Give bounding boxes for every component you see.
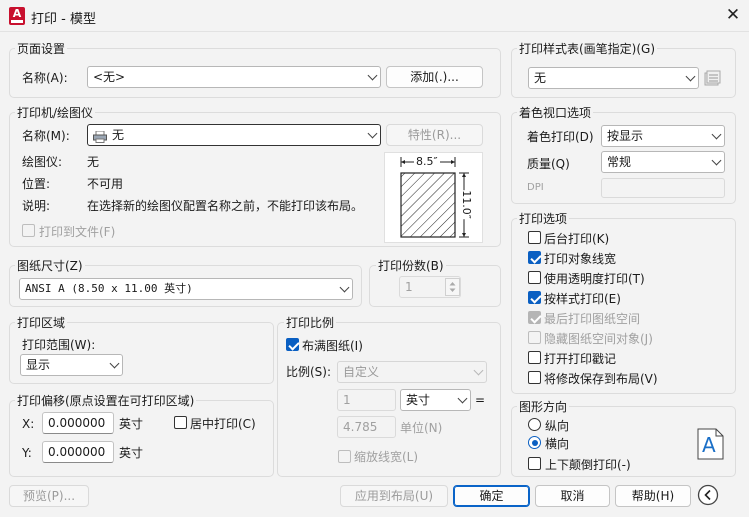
scale-lineweights-checkbox[interactable]	[338, 450, 351, 463]
scale-equals: =	[475, 393, 486, 407]
landscape-orientation-icon: A	[697, 428, 724, 460]
plot-style-combo[interactable]: 无	[528, 67, 699, 89]
shade-plot-label: 着色打印(D)	[527, 130, 594, 144]
plotter-value: 无	[87, 155, 100, 169]
offset-x-label: X:	[22, 417, 35, 431]
paper-size-title: 图纸尺寸(Z)	[15, 257, 85, 274]
paper-size-combo[interactable]: ANSI A (8.50 x 11.00 英寸)	[19, 278, 353, 300]
print-to-file-label: 打印到文件(F)	[39, 225, 116, 239]
location-label: 位置:	[22, 177, 51, 191]
orientation-title: 图形方向	[517, 398, 570, 415]
quality-combo[interactable]: 常规	[601, 151, 725, 173]
scale-combo[interactable]: 自定义	[337, 361, 487, 383]
print-options-title: 打印选项	[517, 210, 570, 227]
print-scale-title: 打印比例	[284, 314, 337, 331]
offset-x-unit: 英寸	[119, 417, 144, 431]
print-option-checkbox[interactable]	[528, 371, 541, 384]
printer-icon	[93, 129, 107, 143]
preview-button[interactable]: 预览(P)...	[9, 485, 89, 507]
location-value: 不可用	[87, 177, 124, 191]
printer-name-combo[interactable]: 无	[87, 124, 381, 146]
print-option-label: 最后打印图纸空间	[544, 312, 641, 326]
print-to-file-checkbox[interactable]	[22, 224, 35, 237]
print-option-label: 后台打印(K)	[544, 232, 610, 246]
print-option-checkbox[interactable]	[528, 311, 541, 324]
portrait-label: 纵向	[545, 419, 570, 433]
center-plot-checkbox[interactable]	[174, 416, 187, 429]
print-option-checkbox[interactable]	[528, 271, 541, 284]
paper-preview: 8.5″ 11.0″	[384, 152, 483, 243]
print-option-label: 打印对象线宽	[544, 252, 617, 266]
copies-spinner[interactable]	[445, 278, 460, 296]
help-button[interactable]: 帮助(H)	[615, 485, 691, 507]
print-option-checkbox[interactable]	[528, 331, 541, 344]
description-value: 在选择新的绘图仪配置名称之前，不能打印该布局。	[87, 199, 364, 213]
dpi-input[interactable]	[601, 178, 725, 198]
print-offset-title: 打印偏移(原点设置在可打印区域)	[15, 392, 197, 409]
plotter-label: 绘图仪:	[22, 155, 63, 169]
print-option-label: 打开打印戳记	[544, 352, 617, 366]
print-option-checkbox[interactable]	[528, 231, 541, 244]
offset-y-input[interactable]: 0.000000	[42, 441, 114, 463]
scale-numerator-input[interactable]: 1	[337, 389, 396, 411]
scale-unit-label: 单位(N)	[400, 421, 443, 435]
cancel-button[interactable]: 取消	[535, 485, 610, 507]
close-icon[interactable]: ✕	[722, 4, 744, 26]
print-option-checkbox[interactable]	[528, 351, 541, 364]
upside-down-label: 上下颠倒打印(-)	[545, 458, 631, 472]
add-page-setup-button[interactable]: 添加(.)...	[386, 66, 483, 88]
preview-height-label: 11.0″	[459, 190, 473, 219]
print-area-title: 打印区域	[15, 314, 68, 331]
title-bar	[0, 0, 749, 32]
center-plot-label: 居中打印(C)	[190, 417, 256, 431]
print-option-checkbox[interactable]	[528, 251, 541, 264]
window-title: 打印 - 模型	[31, 12, 96, 27]
shaded-viewport-title: 着色视口选项	[517, 104, 594, 121]
print-option-label: 按样式打印(E)	[544, 292, 621, 306]
print-option-checkbox[interactable]	[528, 291, 541, 304]
scale-denominator-input[interactable]: 4.785	[337, 416, 396, 438]
shade-plot-combo[interactable]: 按显示	[601, 125, 725, 147]
scale-unit-combo[interactable]: 英寸	[400, 389, 471, 411]
collapse-arrow-icon[interactable]	[697, 484, 719, 506]
dpi-label: DPI	[527, 182, 544, 193]
print-option-label: 将修改保存到布局(V)	[544, 372, 658, 386]
page-setup-title: 页面设置	[15, 40, 68, 57]
upside-down-checkbox[interactable]	[528, 457, 541, 470]
ok-button[interactable]: 确定	[453, 485, 530, 507]
description-label: 说明:	[22, 199, 51, 213]
printer-name-label: 名称(M):	[22, 129, 70, 143]
scale-label: 比例(S):	[286, 365, 332, 379]
orientation-icon-letter: A	[702, 433, 716, 457]
offset-y-label: Y:	[22, 446, 32, 460]
autocad-app-icon: A	[9, 7, 25, 25]
print-option-label: 隐藏图纸空间对象(J)	[544, 332, 653, 346]
print-range-label: 打印范围(W):	[22, 338, 96, 352]
offset-x-input[interactable]: 0.000000	[42, 412, 114, 434]
page-setup-name-combo[interactable]: <无>	[87, 66, 381, 88]
plot-style-title: 打印样式表(画笔指定)(G)	[517, 40, 658, 57]
preview-width-label: 8.5″	[414, 155, 440, 168]
plot-style-edit-icon[interactable]	[704, 70, 721, 87]
printer-properties-button[interactable]: 特性(R)...	[386, 124, 483, 146]
fit-to-paper-label: 布满图纸(I)	[302, 339, 363, 353]
landscape-radio[interactable]	[528, 436, 541, 449]
landscape-label: 横向	[545, 437, 570, 451]
page-setup-name-label: 名称(A):	[22, 71, 68, 85]
quality-label: 质量(Q)	[527, 157, 570, 171]
print-option-label: 使用透明度打印(T)	[544, 272, 645, 286]
apply-to-layout-button[interactable]: 应用到布局(U)	[340, 485, 448, 507]
print-range-combo[interactable]: 显示	[20, 354, 123, 376]
printer-title: 打印机/绘图仪	[15, 104, 96, 121]
portrait-radio[interactable]	[528, 418, 541, 431]
offset-y-unit: 英寸	[119, 446, 144, 460]
fit-to-paper-checkbox[interactable]	[286, 338, 299, 351]
scale-lineweights-label: 缩放线宽(L)	[354, 450, 419, 464]
copies-title: 打印份数(B)	[376, 257, 446, 274]
